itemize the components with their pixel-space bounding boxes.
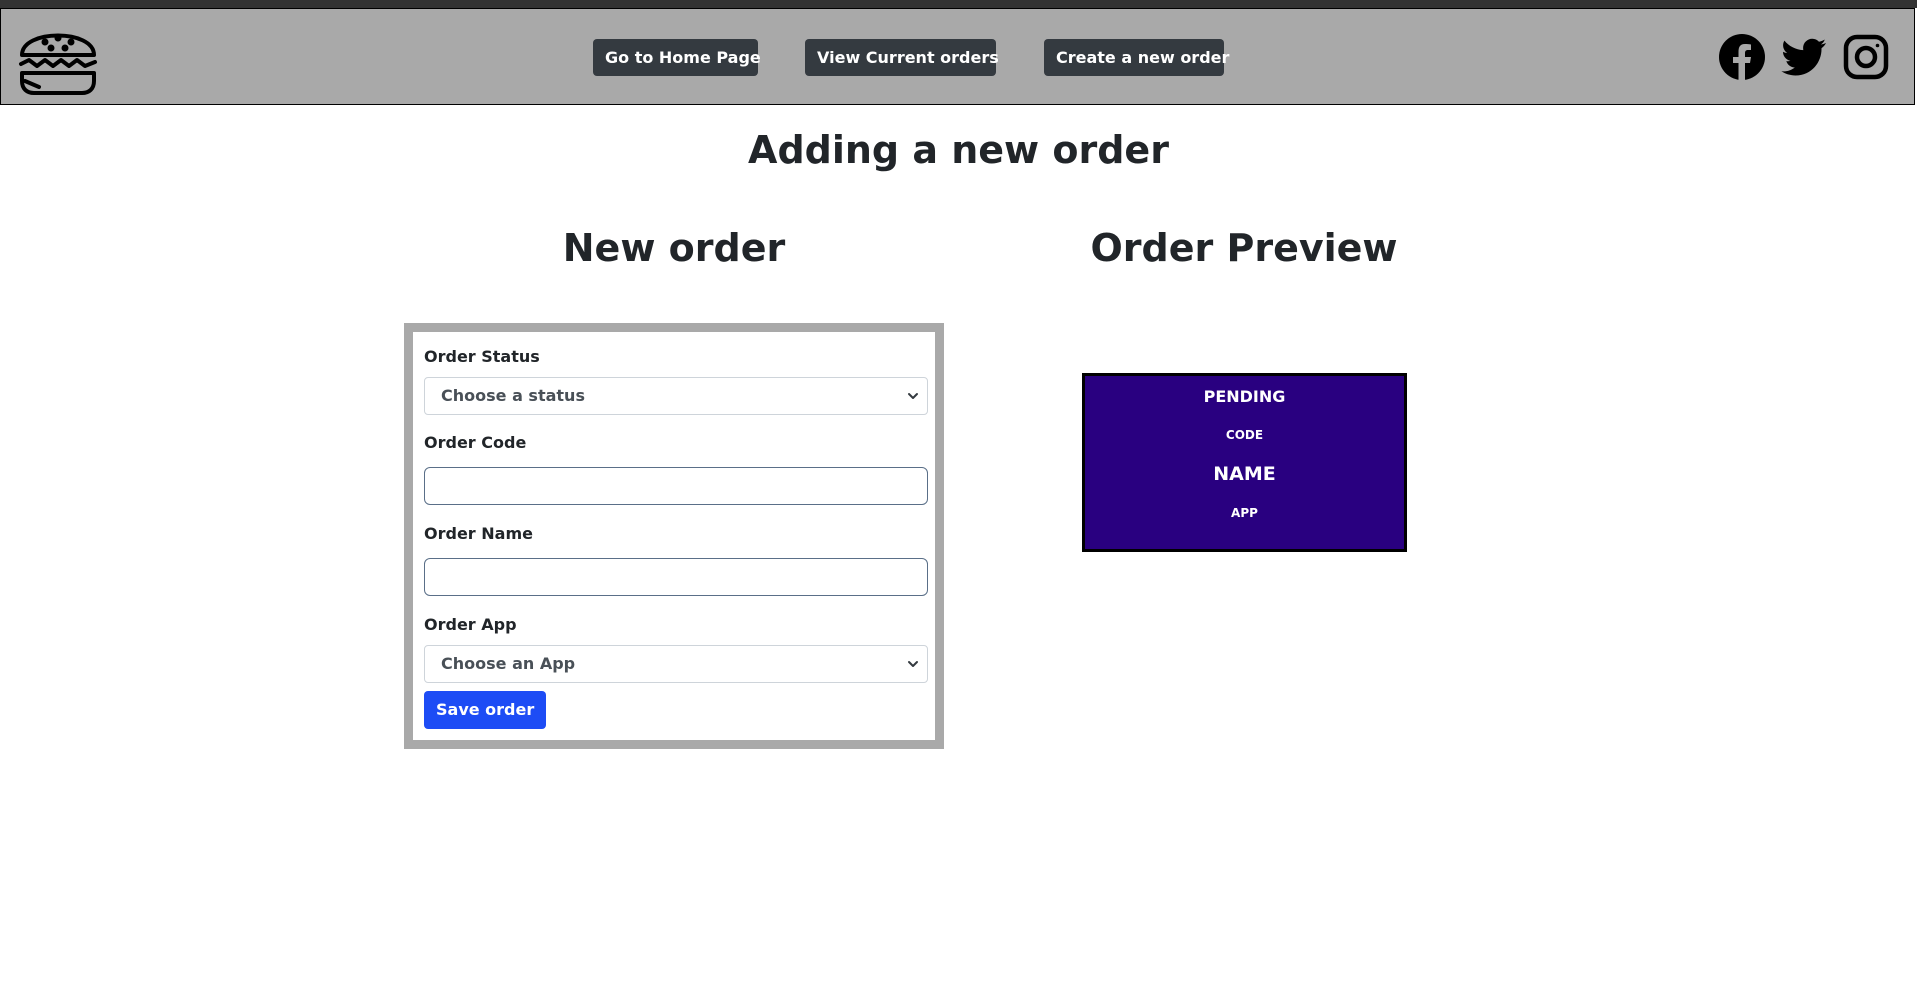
- facebook-icon[interactable]: [1718, 33, 1766, 81]
- order-preview-card: PENDING CODE NAME APP: [1082, 373, 1407, 552]
- new-order-title: New order: [562, 226, 786, 270]
- order-status-value: Choose a status: [441, 386, 585, 405]
- order-name-input[interactable]: [424, 558, 928, 596]
- view-orders-button[interactable]: View Current orders: [805, 39, 999, 76]
- burger-icon[interactable]: [17, 17, 99, 99]
- order-status-select[interactable]: Choose a status: [424, 377, 928, 415]
- order-name-label: Order Name: [424, 524, 533, 543]
- new-order-form: Order Status Choose a status Order Code …: [404, 323, 944, 749]
- order-app-value: Choose an App: [441, 654, 576, 673]
- order-preview-title: Order Preview: [1090, 226, 1398, 270]
- top-strip: [0, 0, 1917, 8]
- order-app-select[interactable]: Choose an App: [424, 645, 928, 683]
- instagram-icon[interactable]: [1842, 33, 1890, 81]
- twitter-icon[interactable]: [1780, 33, 1828, 81]
- page-title: Adding a new order: [748, 128, 1169, 172]
- chevron-down-icon: [908, 661, 918, 667]
- create-order-button[interactable]: Create a new order: [1044, 39, 1229, 76]
- navbar: Go to Home Page View Current orders Crea…: [0, 8, 1915, 105]
- preview-status: PENDING: [1203, 387, 1286, 406]
- order-code-input[interactable]: [424, 467, 928, 505]
- preview-code: CODE: [1225, 428, 1264, 442]
- save-order-button[interactable]: Save order: [424, 691, 547, 729]
- chevron-down-icon: [908, 393, 918, 399]
- order-app-label: Order App: [424, 615, 517, 634]
- home-page-button[interactable]: Go to Home Page: [593, 39, 761, 76]
- order-status-label: Order Status: [424, 347, 540, 366]
- preview-app: APP: [1231, 506, 1258, 520]
- order-code-label: Order Code: [424, 433, 527, 452]
- preview-name: NAME: [1213, 463, 1276, 485]
